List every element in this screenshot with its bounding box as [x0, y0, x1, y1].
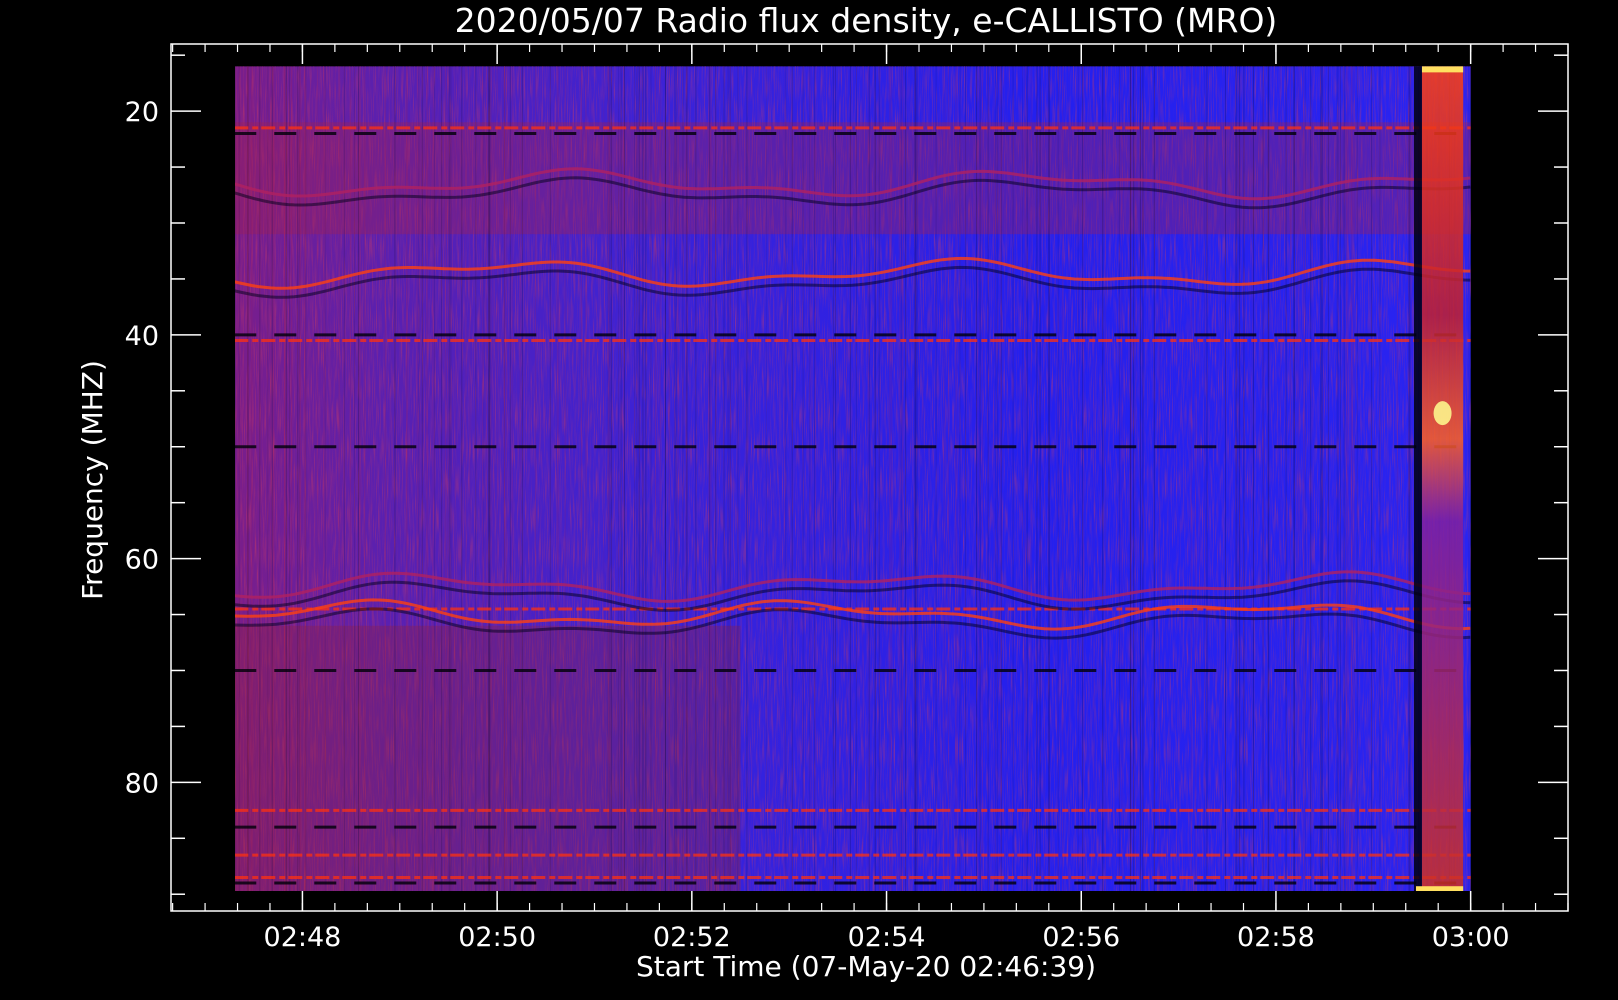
burst-bottom — [1416, 886, 1463, 894]
radio-spectrogram-chart: 02:48 02:50 02:52 02:54 02:56 02:58 03:00 20 40… — [0, 0, 1618, 1000]
x-tick-label: 02:50 — [458, 922, 536, 953]
y-axis-label: Frequency (MHZ) — [76, 360, 109, 600]
y-tick-label: 20 — [125, 97, 159, 128]
x-axis-label: Start Time (07-May-20 02:46:39) — [636, 950, 1096, 983]
x-tick-label: 02:52 — [653, 922, 731, 953]
spectrogram-image — [234, 66, 1470, 894]
x-tick-label: 03:00 — [1432, 922, 1510, 953]
upper-red-band — [234, 122, 1470, 234]
y-tick-label: 80 — [125, 768, 159, 799]
dark-gap — [1414, 66, 1422, 894]
chart-title: 2020/05/07 Radio flux density, e-CALLIST… — [455, 1, 1278, 40]
x-tick-label: 02:54 — [848, 922, 926, 953]
radio-burst — [1422, 66, 1463, 894]
x-tick-label: 02:56 — [1042, 922, 1120, 953]
x-tick-label: 02:58 — [1237, 922, 1315, 953]
burst-top — [1422, 66, 1463, 72]
y-tick-label: 40 — [125, 321, 159, 352]
plot-area: 02:48 02:50 02:52 02:54 02:56 02:58 03:00 20 40… — [125, 44, 1568, 953]
burst-hotspot — [1434, 401, 1452, 425]
y-tick-label: 60 — [125, 545, 159, 576]
x-tick-label: 02:48 — [264, 922, 342, 953]
